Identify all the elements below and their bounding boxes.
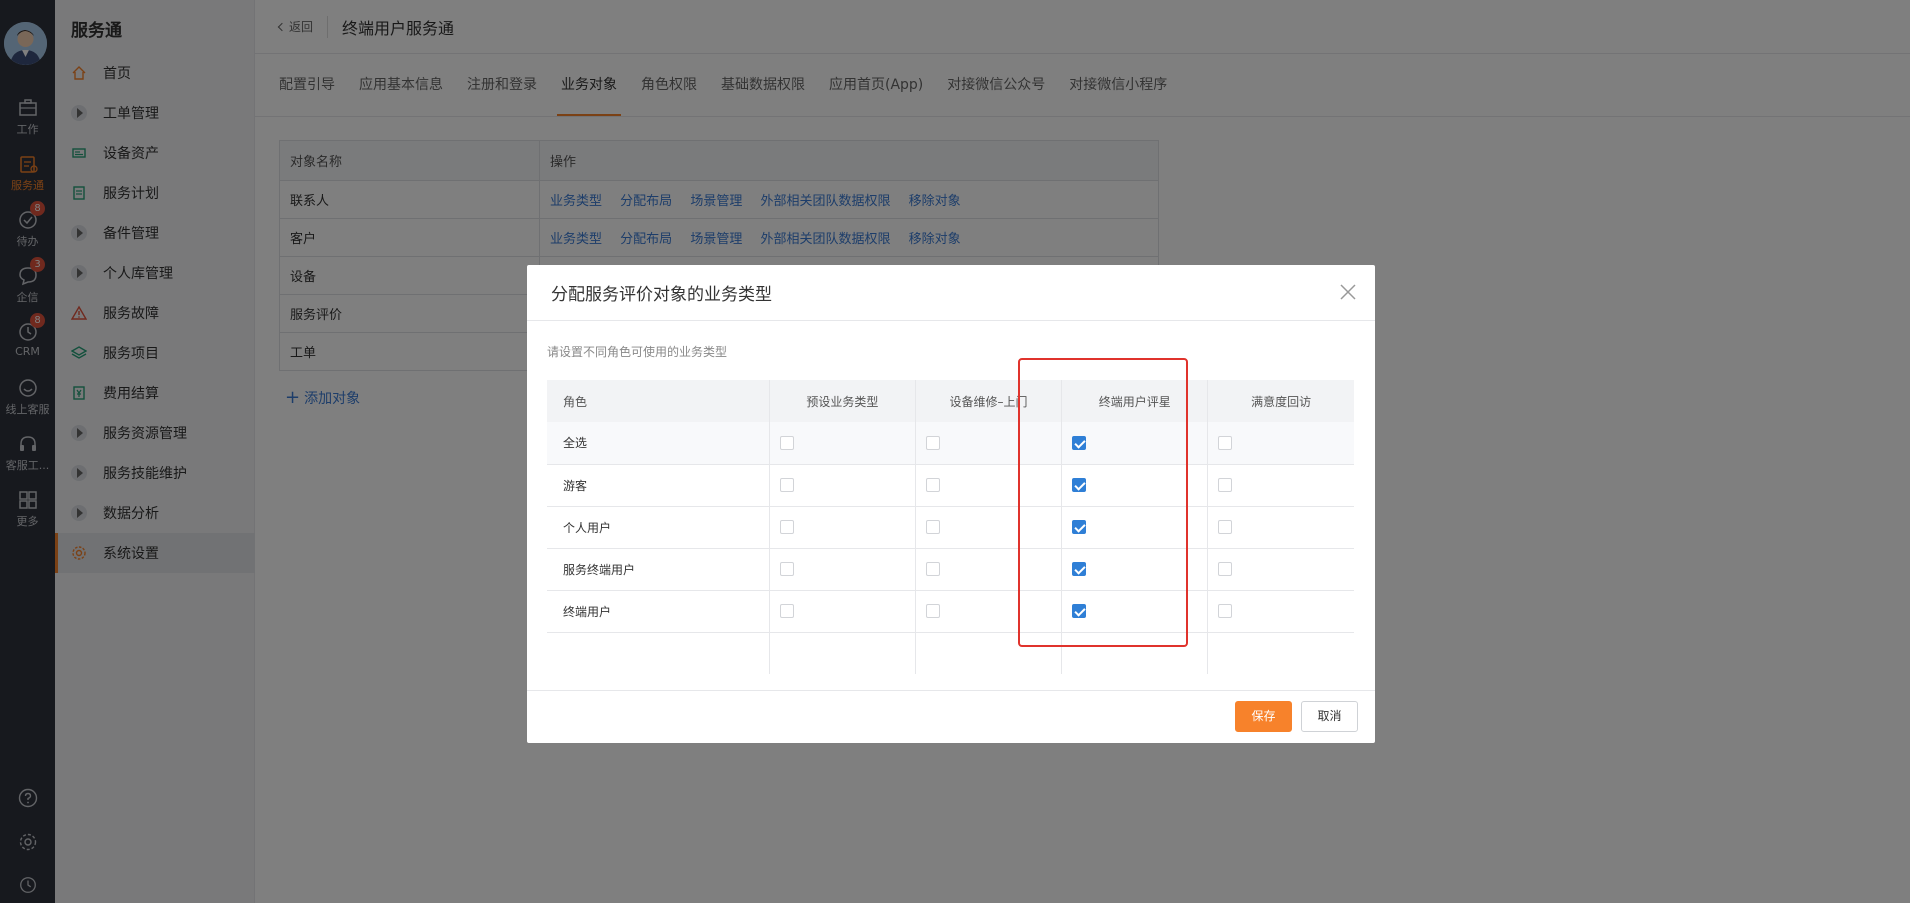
checkbox[interactable]: [779, 604, 794, 619]
cancel-button[interactable]: 取消: [1301, 701, 1358, 732]
assign-business-type-dialog: 分配服务评价对象的业务类型 请设置不同角色可使用的业务类型 角色 预设业务类型 …: [527, 265, 1375, 743]
close-icon[interactable]: [1339, 283, 1357, 301]
dialog-header: 分配服务评价对象的业务类型: [527, 265, 1375, 321]
checkbox[interactable]: [779, 562, 794, 577]
checkbox[interactable]: [779, 478, 794, 493]
dialog-title: 分配服务评价对象的业务类型: [551, 285, 772, 305]
table-row: 游客: [547, 464, 1354, 507]
role-type-grid: 角色 预设业务类型 设备维修–上门 终端用户评星 满意度回访 全选 游客 个人用…: [547, 380, 1354, 674]
table-row: 终端用户: [547, 590, 1354, 633]
checkbox[interactable]: [925, 562, 940, 577]
role-name: 个人用户: [547, 506, 770, 549]
checkbox[interactable]: [779, 436, 794, 450]
checkbox[interactable]: [1218, 478, 1233, 493]
save-button[interactable]: 保存: [1235, 701, 1292, 732]
dialog-hint: 请设置不同角色可使用的业务类型: [547, 345, 728, 359]
table-row: 服务终端用户: [547, 548, 1354, 591]
checkbox[interactable]: [1218, 562, 1233, 577]
table-row: 全选: [547, 422, 1354, 465]
checkbox[interactable]: [1218, 520, 1233, 535]
column-header-role: 角色: [547, 380, 770, 422]
role-name: 游客: [547, 464, 770, 507]
table-row: 个人用户: [547, 506, 1354, 549]
role-name: 全选: [547, 422, 770, 465]
column-header-revisit: 满意度回访: [1207, 380, 1354, 422]
role-name: 终端用户: [547, 590, 770, 633]
column-header-preset: 预设业务类型: [769, 380, 916, 422]
checkbox[interactable]: [925, 436, 940, 450]
role-name: 服务终端用户: [547, 548, 770, 591]
checkbox[interactable]: [925, 478, 940, 493]
highlight-annotation: [1018, 358, 1188, 647]
table-row-empty: [547, 632, 1354, 674]
checkbox[interactable]: [1218, 436, 1233, 450]
checkbox[interactable]: [779, 520, 794, 535]
checkbox[interactable]: [925, 520, 940, 535]
dialog-footer: 保存 取消: [527, 690, 1375, 743]
checkbox[interactable]: [1218, 604, 1233, 619]
checkbox[interactable]: [925, 604, 940, 619]
